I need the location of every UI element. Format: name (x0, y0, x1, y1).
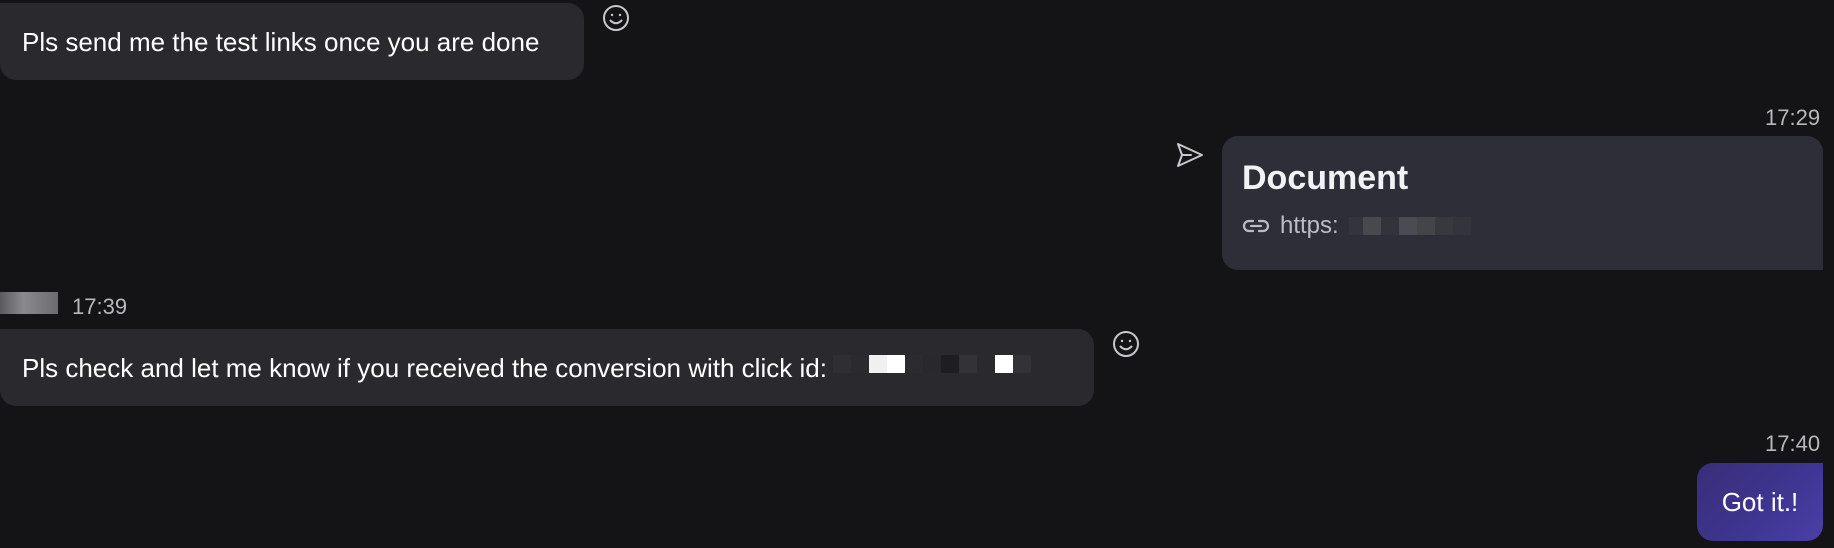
link-url-prefix: https: (1280, 212, 1339, 239)
message-timestamp: 17:40 (1765, 431, 1821, 456)
document-link-card[interactable]: Document https: (1222, 136, 1823, 270)
sender-avatar[interactable] (0, 292, 58, 314)
redacted-url (1348, 217, 1471, 235)
incoming-message-bubble[interactable]: Pls send me the test links once you are … (0, 3, 584, 80)
document-title: Document (1242, 159, 1409, 197)
outgoing-message-bubble[interactable]: Got it.! (1697, 463, 1823, 541)
add-reaction-icon[interactable] (602, 4, 630, 32)
message-text: Got it.! (1721, 486, 1799, 517)
message-text: Pls check and let me know if you receive… (22, 352, 827, 383)
add-reaction-icon[interactable] (1112, 330, 1140, 358)
document-link[interactable]: https: (1242, 212, 1803, 240)
message-text: Pls send me the test links once you are … (22, 26, 540, 57)
link-icon (1242, 216, 1270, 236)
chat-view: Pls send me the test links once you are … (0, 0, 1834, 548)
incoming-message-bubble[interactable]: Pls check and let me know if you receive… (0, 329, 1094, 406)
message-timestamp: 17:39 (72, 294, 128, 319)
redacted-click-id (832, 354, 1031, 373)
send-icon (1175, 140, 1205, 170)
message-timestamp: 17:29 (1765, 105, 1821, 130)
